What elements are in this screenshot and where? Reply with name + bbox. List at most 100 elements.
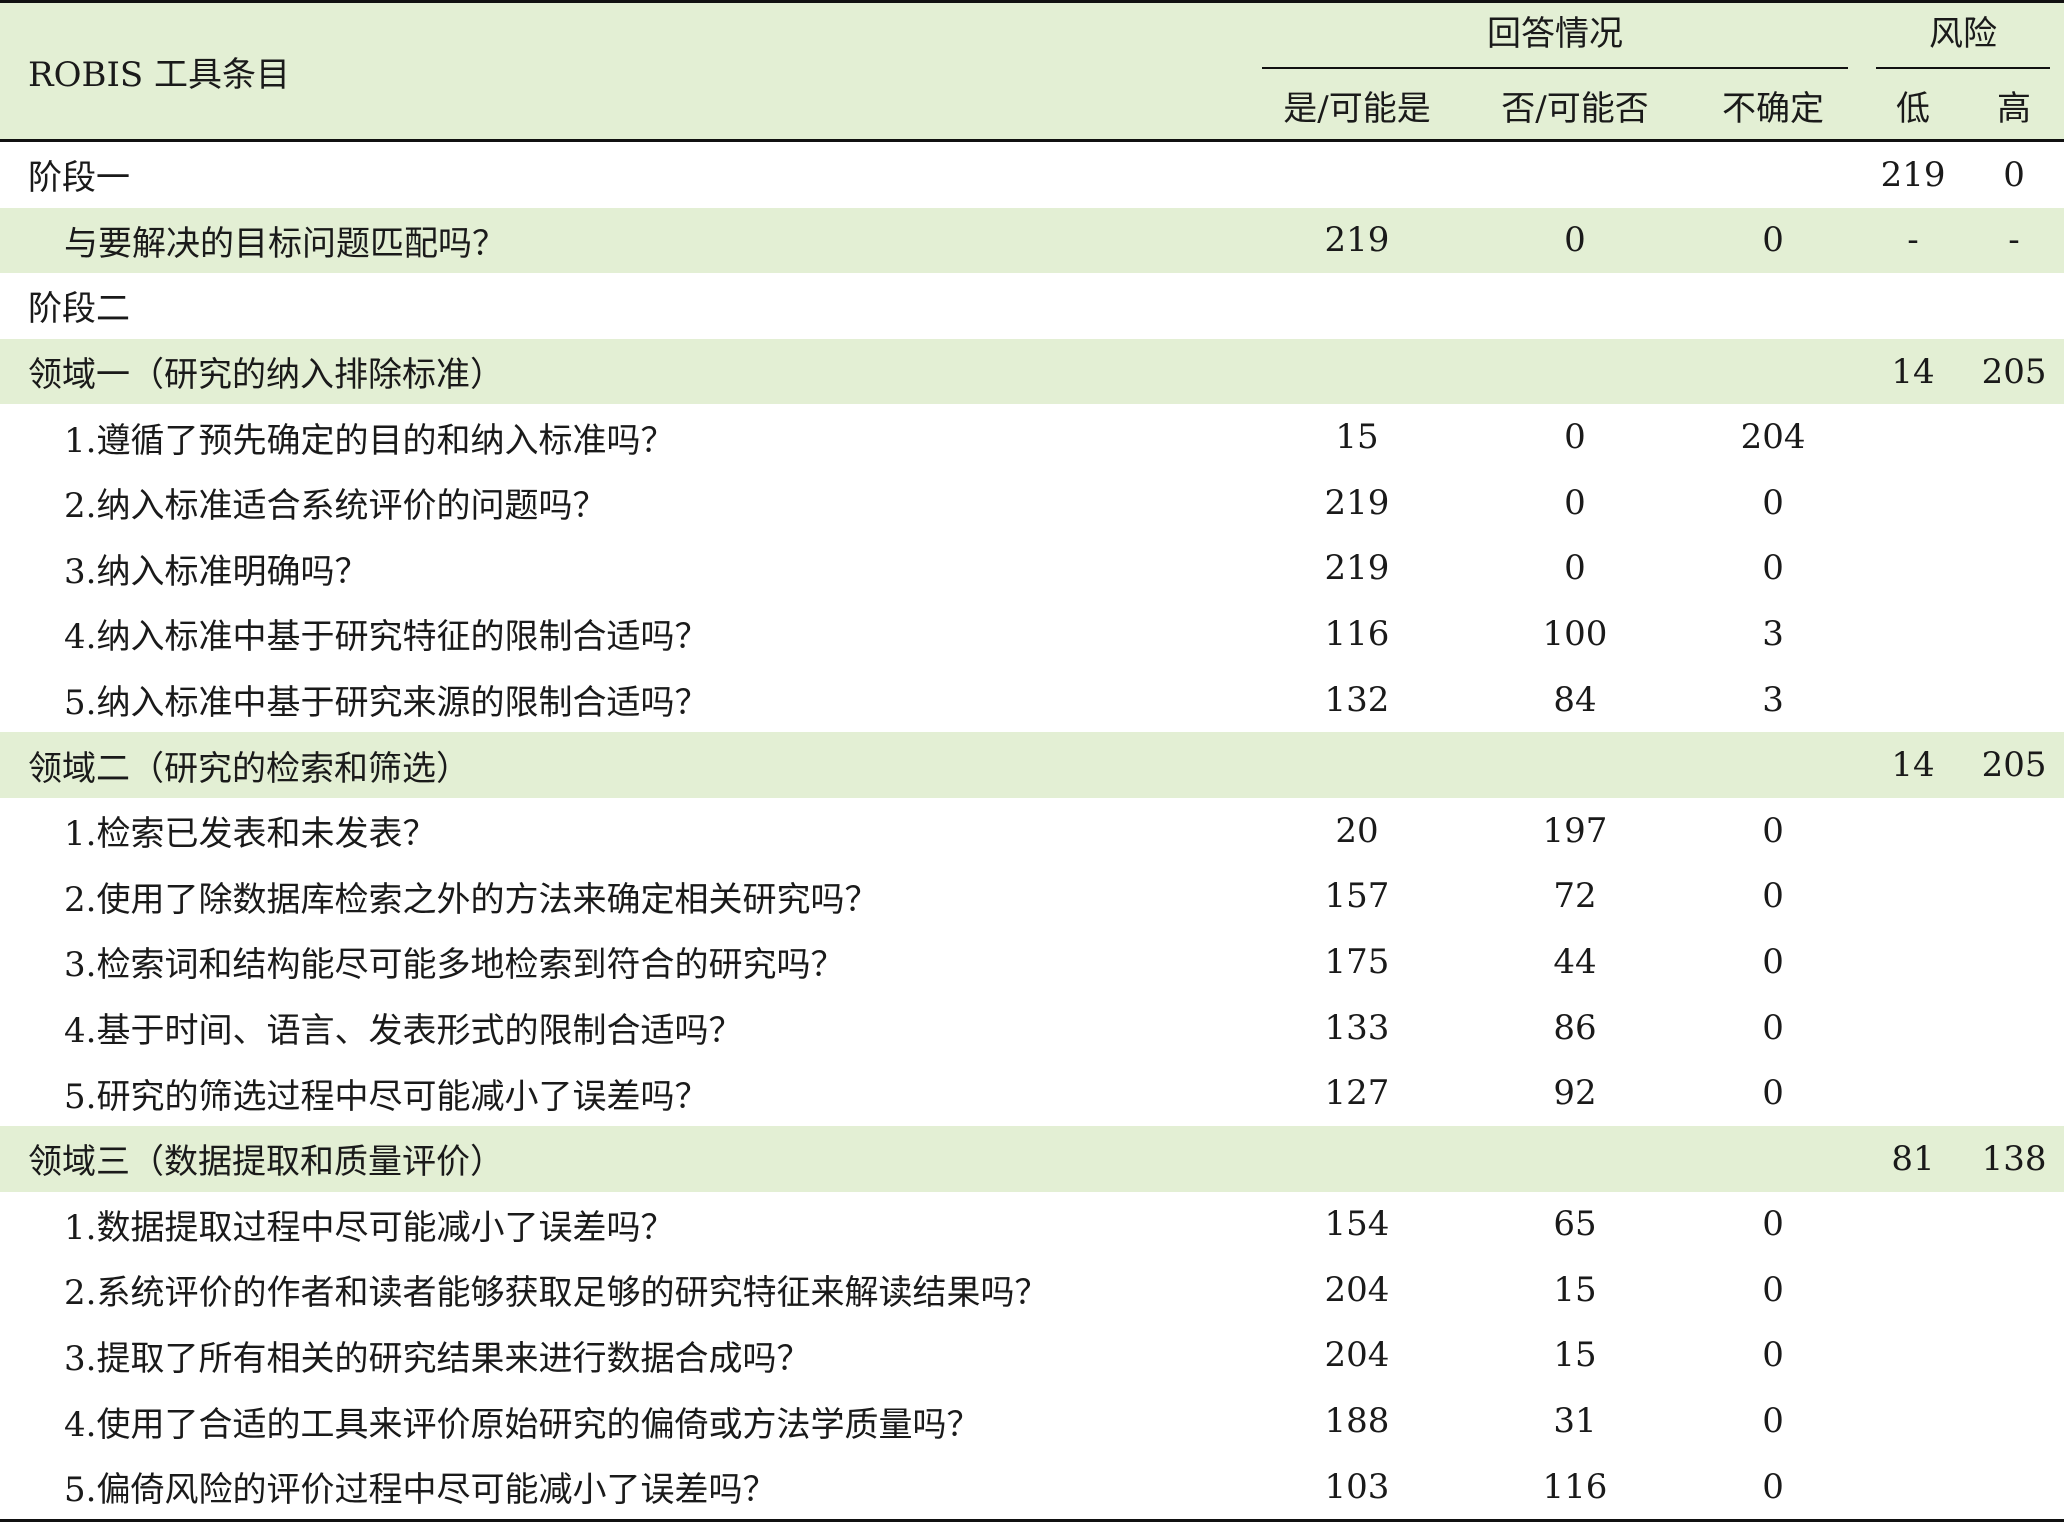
table-row: 4.基于时间、语言、发表形式的限制合适吗？ 133 86 0 — [0, 995, 2064, 1061]
item-label-cell: 5.纳入标准中基于研究来源的限制合适吗？ — [64, 683, 709, 724]
low-risk-cell — [1862, 1323, 1964, 1389]
unsure-count-cell: 0 — [1762, 810, 1784, 851]
yes-count-cell: 154 — [1324, 1204, 1390, 1245]
yes-count-cell: 219 — [1324, 482, 1390, 523]
table-row: 4.使用了合适的工具来评价原始研究的偏倚或方法学质量吗？ 188 31 0 — [0, 1388, 2064, 1454]
high-risk-cell: - — [2008, 220, 2020, 261]
item-label-cell: 4.纳入标准中基于研究特征的限制合适吗？ — [64, 617, 709, 658]
table-row: 阶段二 — [0, 273, 2064, 339]
no-count-cell: 116 — [1466, 1453, 1684, 1522]
table-row: 1.遵循了预先确定的目的和纳入标准吗？ 15 0 204 — [0, 404, 2064, 470]
no-count-cell — [1466, 141, 1684, 208]
item-label-cell: 2.使用了除数据库检索之外的方法来确定相关研究吗？ — [64, 879, 879, 920]
item-label-cell: 2.系统评价的作者和读者能够获取足够的研究特征来解读结果吗？ — [64, 1273, 1049, 1314]
item-label-cell: 1.检索已发表和未发表？ — [64, 814, 437, 855]
yes-count-cell: 204 — [1324, 1335, 1390, 1376]
item-label-cell: 4.基于时间、语言、发表形式的限制合适吗？ — [64, 1011, 743, 1052]
table-row: 1.检索已发表和未发表？ 20 197 0 — [0, 798, 2064, 864]
no-count-cell: 0 — [1564, 220, 1586, 261]
unsure-count-cell: 0 — [1762, 1269, 1784, 1310]
high-risk-cell — [1964, 995, 2064, 1061]
table-row: 与要解决的目标问题匹配吗？ 219 0 0 - - — [0, 207, 2064, 274]
unsure-count-cell: 0 — [1762, 220, 1784, 261]
no-count-cell: 86 — [1553, 1007, 1597, 1048]
yes-count-cell: 133 — [1324, 1007, 1390, 1048]
high-risk-cell — [1964, 1257, 2064, 1323]
table-row: 2.系统评价的作者和读者能够获取足够的研究特征来解读结果吗？ 204 15 0 — [0, 1257, 2064, 1323]
unsure-count-cell: 204 — [1740, 417, 1806, 458]
yes-count-cell: 116 — [1324, 613, 1390, 654]
high-risk-column-header: 高 — [1964, 71, 2064, 142]
yes-count-cell — [1248, 732, 1466, 798]
low-risk-cell — [1862, 1388, 1964, 1454]
table-row: 2.使用了除数据库检索之外的方法来确定相关研究吗？ 157 72 0 — [0, 864, 2064, 930]
table-row: 5.纳入标准中基于研究来源的限制合适吗？ 132 84 3 — [0, 667, 2064, 733]
no-count-cell: 100 — [1542, 613, 1608, 654]
item-label-cell: 4.使用了合适的工具来评价原始研究的偏倚或方法学质量吗？ — [64, 1404, 981, 1445]
low-risk-cell — [1862, 1192, 1964, 1258]
table-row: 3.提取了所有相关的研究结果来进行数据合成吗？ 204 15 0 — [0, 1323, 2064, 1389]
unsure-count-cell: 0 — [1762, 1401, 1784, 1442]
unsure-column-header: 不确定 — [1684, 71, 1863, 142]
item-label-cell: 阶段一 — [28, 158, 130, 199]
item-label-cell: 1.遵循了预先确定的目的和纳入标准吗？ — [64, 420, 675, 461]
unsure-count-cell: 0 — [1762, 1073, 1784, 1114]
unsure-count-cell: 0 — [1762, 1007, 1784, 1048]
low-risk-cell — [1862, 864, 1964, 930]
yes-count-cell: 15 — [1335, 417, 1379, 458]
no-count-cell: 84 — [1553, 679, 1597, 720]
no-count-cell: 72 — [1553, 876, 1597, 917]
item-column-header: ROBIS 工具条目 — [0, 0, 1248, 142]
unsure-count-cell: 0 — [1762, 876, 1784, 917]
no-count-cell — [1466, 1126, 1684, 1192]
low-risk-cell: 81 — [1891, 1138, 1935, 1179]
unsure-count-cell: 0 — [1762, 548, 1784, 589]
table-row: 领域三（数据提取和质量评价） 81 138 — [0, 1125, 2064, 1192]
high-risk-cell — [1964, 1453, 2064, 1522]
risk-group-header: 风险 — [1862, 0, 2064, 71]
table-header: ROBIS 工具条目 回答情况 风险 是/可能是 否/可能否 不确定 低 高 — [0, 0, 2064, 142]
no-count-cell — [1466, 732, 1684, 798]
low-risk-cell — [1862, 1453, 1965, 1522]
yes-count-cell — [1248, 1126, 1466, 1192]
low-risk-cell: 14 — [1891, 745, 1935, 786]
yes-count-cell: 219 — [1324, 220, 1390, 261]
unsure-count-cell: 0 — [1762, 1204, 1784, 1245]
yes-count-cell: 157 — [1324, 876, 1390, 917]
item-label-cell: 3.纳入标准明确吗？ — [64, 551, 369, 592]
table-row: 领域二（研究的检索和筛选） 14 205 — [0, 732, 2064, 798]
unsure-count-cell: 0 — [1762, 941, 1784, 982]
high-risk-cell — [1964, 1192, 2064, 1258]
high-risk-cell — [1964, 470, 2064, 536]
unsure-count-cell: 3 — [1762, 679, 1784, 720]
item-label-cell: 5.偏倚风险的评价过程中尽可能减小了误差吗？ — [0, 1453, 1248, 1522]
unsure-count-cell — [1684, 732, 1862, 798]
low-risk-cell — [1862, 995, 1964, 1061]
yes-count-cell: 20 — [1335, 810, 1379, 851]
unsure-count-cell: 3 — [1762, 613, 1784, 654]
low-risk-cell — [1862, 1257, 1964, 1323]
no-count-cell — [1466, 273, 1684, 339]
yes-count-cell: 132 — [1324, 679, 1390, 720]
item-label-cell: 5.研究的筛选过程中尽可能减小了误差吗？ — [64, 1076, 709, 1117]
yes-count-cell: 103 — [1248, 1453, 1466, 1522]
unsure-count-cell: 0 — [1684, 1453, 1863, 1522]
low-risk-cell — [1862, 404, 1964, 470]
table-row: 阶段一 219 0 — [0, 141, 2064, 208]
high-risk-cell — [1964, 1388, 2064, 1454]
response-group-header: 回答情况 — [1248, 0, 1863, 71]
yes-count-cell — [1248, 273, 1466, 339]
unsure-count-cell: 0 — [1762, 1335, 1784, 1376]
high-risk-cell: 205 — [1981, 351, 2047, 392]
yes-count-cell: 204 — [1324, 1269, 1390, 1310]
high-risk-cell — [1964, 273, 2064, 339]
item-label-cell: 领域一（研究的纳入排除标准） — [28, 355, 504, 396]
low-risk-cell — [1862, 798, 1964, 864]
high-risk-cell — [1964, 929, 2064, 995]
no-count-cell: 197 — [1542, 810, 1608, 851]
yes-column-header: 是/可能是 — [1248, 71, 1466, 142]
high-risk-cell — [1964, 667, 2064, 733]
table-row: 5.研究的筛选过程中尽可能减小了误差吗？ 127 92 0 — [0, 1060, 2064, 1126]
item-label-cell: 3.检索词和结构能尽可能多地检索到符合的研究吗？ — [64, 945, 845, 986]
high-risk-cell: 0 — [2003, 154, 2025, 195]
